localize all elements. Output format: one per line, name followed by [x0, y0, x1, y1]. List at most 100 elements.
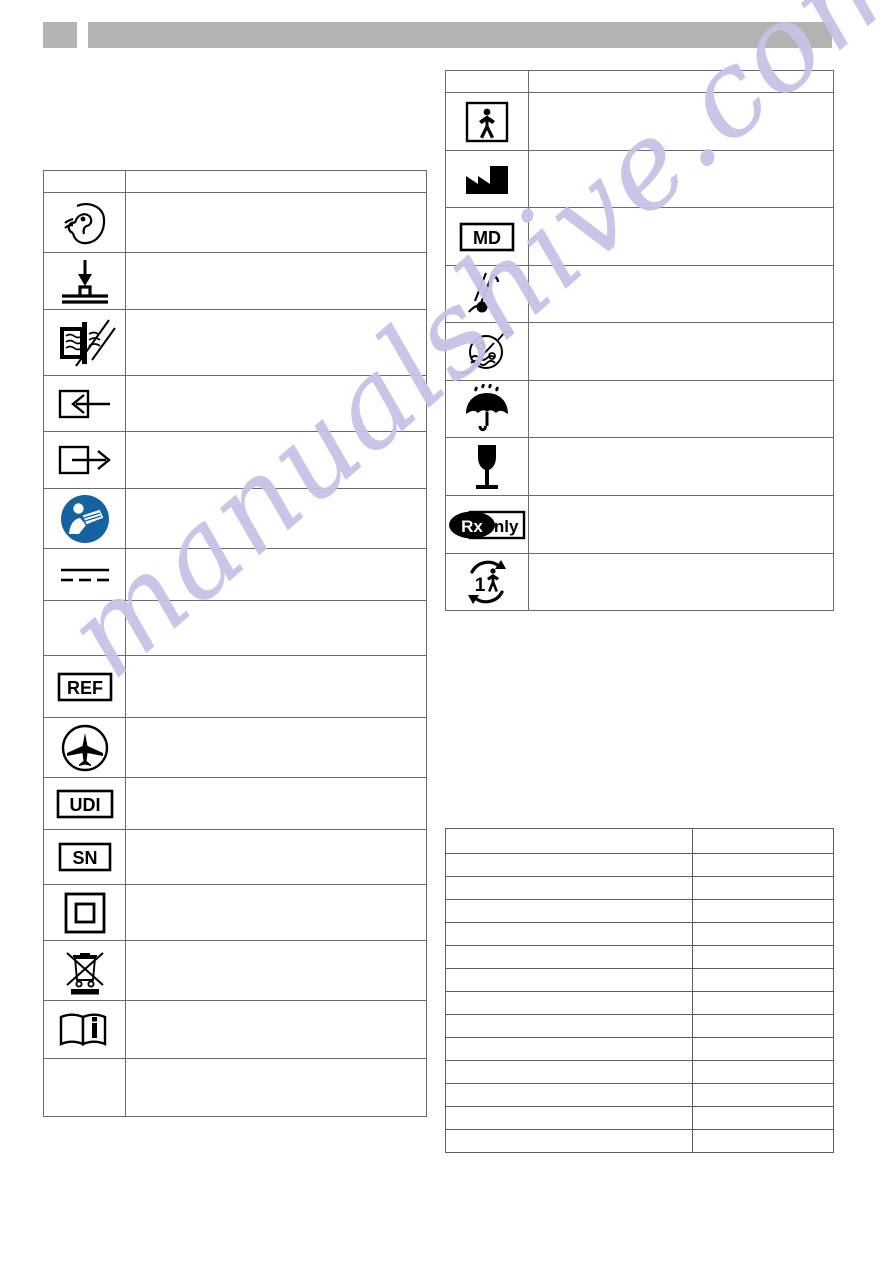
table-row	[43, 548, 427, 601]
specification-table	[445, 828, 834, 1153]
symbol-description-cell	[528, 265, 834, 323]
symbol-description-cell	[125, 884, 427, 941]
spec-table-row	[445, 899, 834, 923]
spec-table-row	[445, 828, 834, 854]
symbol-cell	[43, 717, 126, 778]
keep-dry-umbrella-icon	[461, 384, 513, 434]
spec-label-cell	[445, 1129, 693, 1153]
symbol-cell	[43, 940, 126, 1001]
symbol-cell: UDI	[43, 777, 126, 830]
spec-label-cell	[445, 945, 693, 969]
symbol-cell: SN	[43, 829, 126, 885]
symbol-description-cell	[528, 150, 834, 208]
medical-device-md-icon: MD	[459, 222, 515, 252]
spec-label-cell	[445, 1060, 693, 1084]
humidity-limit-icon	[459, 326, 515, 378]
spec-table-row	[445, 1083, 834, 1107]
press-down-icon	[54, 256, 116, 306]
spec-label-cell	[445, 968, 693, 992]
spec-table-row	[445, 968, 834, 992]
spec-value-cell	[692, 1083, 834, 1107]
svg-text:REF: REF	[67, 678, 103, 698]
spec-label-cell	[445, 1014, 693, 1038]
table-row	[445, 322, 834, 381]
table-row	[445, 380, 834, 438]
symbol-description-cell	[528, 322, 834, 381]
spec-table-row	[445, 922, 834, 946]
spec-value-cell	[692, 1060, 834, 1084]
spec-value-cell	[692, 899, 834, 923]
spec-value-cell	[692, 968, 834, 992]
table-row	[43, 309, 427, 376]
spec-table-row	[445, 1014, 834, 1038]
symbol-cell	[43, 1058, 126, 1117]
symbol-cell	[43, 600, 126, 656]
symbol-description-cell	[125, 375, 427, 432]
table-row	[43, 940, 427, 1001]
symbol-description-cell	[125, 1000, 427, 1059]
table-header-row	[43, 170, 427, 193]
class-ii-equipment-icon	[63, 891, 107, 935]
svg-text:1: 1	[475, 575, 486, 596]
table-row	[43, 375, 427, 432]
symbol-description-cell	[125, 309, 427, 376]
symbol-description-cell	[125, 600, 427, 656]
table-row	[445, 265, 834, 323]
spec-label-cell	[445, 1037, 693, 1061]
symbol-cell	[445, 380, 529, 438]
manufacturer-factory-icon	[462, 160, 512, 198]
svg-text:Rx: Rx	[461, 517, 483, 536]
table-row	[43, 431, 427, 489]
face-mask-icon	[57, 199, 113, 247]
spec-label-cell	[445, 991, 693, 1015]
column-header-description	[528, 70, 834, 93]
spec-value-cell	[692, 1014, 834, 1038]
spec-table-row	[445, 853, 834, 877]
symbol-description-cell	[125, 252, 427, 310]
input-icon	[54, 384, 116, 424]
symbol-cell	[43, 431, 126, 489]
table-row	[43, 600, 427, 656]
symbol-description-cell	[528, 553, 834, 611]
table-row	[43, 717, 427, 778]
table-row	[43, 1000, 427, 1059]
table-row: MD	[445, 207, 834, 266]
left-symbol-table: REF UDI SN	[43, 170, 427, 1117]
column-header-symbol	[445, 70, 529, 93]
table-row	[43, 192, 427, 253]
symbol-cell	[445, 150, 529, 208]
spec-table-row	[445, 1060, 834, 1084]
table-row: Rx only	[445, 495, 834, 554]
output-icon	[54, 440, 116, 480]
symbol-description-cell	[125, 431, 427, 489]
symbol-cell	[43, 1000, 126, 1059]
table-row	[43, 488, 427, 549]
table-row	[445, 437, 834, 496]
temperature-limit-icon	[462, 269, 512, 319]
table-row: REF	[43, 655, 427, 718]
svg-text:MD: MD	[473, 228, 501, 248]
symbol-cell	[43, 548, 126, 601]
table-row	[43, 252, 427, 310]
spec-label-cell	[445, 1106, 693, 1130]
spec-table-row	[445, 1037, 834, 1061]
symbol-description-cell	[528, 380, 834, 438]
symbol-description-cell	[528, 495, 834, 554]
table-row: 1	[445, 553, 834, 611]
serial-number-icon: SN	[58, 842, 112, 872]
symbol-description-cell	[125, 777, 427, 830]
table-row	[445, 150, 834, 208]
symbol-description-cell	[528, 437, 834, 496]
symbol-cell: REF	[43, 655, 126, 718]
spec-value-cell	[692, 876, 834, 900]
ref-catalogue-number-icon: REF	[57, 672, 113, 702]
column-header-symbol	[43, 170, 126, 193]
symbol-description-cell	[125, 829, 427, 885]
spec-label-cell	[445, 876, 693, 900]
spec-label-cell	[445, 828, 693, 854]
spec-value-cell	[692, 1106, 834, 1130]
svg-text:only: only	[484, 517, 519, 536]
svg-text:SN: SN	[72, 848, 97, 868]
udi-icon: UDI	[56, 789, 114, 819]
spec-value-cell	[692, 1037, 834, 1061]
